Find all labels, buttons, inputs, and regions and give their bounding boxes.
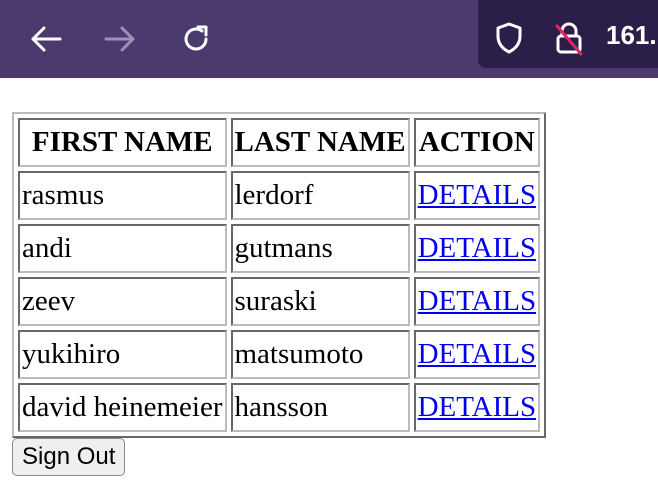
reload-button[interactable] xyxy=(176,19,216,59)
header-action: ACTION xyxy=(413,118,541,167)
table-row: andi gutmans DETAILS xyxy=(18,224,541,273)
details-link[interactable]: DETAILS xyxy=(418,179,537,211)
first-name-cell: andi xyxy=(18,224,227,273)
table-row: david heinemeier hansson DETAILS xyxy=(18,383,541,432)
details-link[interactable]: DETAILS xyxy=(418,391,537,423)
arrow-right-icon xyxy=(104,26,135,52)
header-last-name: LAST NAME xyxy=(230,118,410,167)
users-table: FIRST NAME LAST NAME ACTION rasmus lerdo… xyxy=(12,112,547,438)
action-cell: DETAILS xyxy=(413,277,541,326)
table-row: rasmus lerdorf DETAILS xyxy=(18,171,541,220)
action-cell: DETAILS xyxy=(413,224,541,273)
forward-button[interactable] xyxy=(100,19,140,59)
details-link[interactable]: DETAILS xyxy=(418,338,537,370)
reload-icon xyxy=(184,25,208,51)
table-header-row: FIRST NAME LAST NAME ACTION xyxy=(18,118,541,167)
browser-toolbar: 161. xyxy=(0,0,658,78)
last-name-cell: suraski xyxy=(230,277,410,326)
action-cell: DETAILS xyxy=(413,171,541,220)
last-name-cell: hansson xyxy=(230,383,410,432)
shield-icon[interactable] xyxy=(495,22,523,54)
table-row: yukihiro matsumoto DETAILS xyxy=(18,330,541,379)
action-cell: DETAILS xyxy=(413,383,541,432)
page-content: FIRST NAME LAST NAME ACTION rasmus lerdo… xyxy=(12,112,547,476)
first-name-cell: zeev xyxy=(18,277,227,326)
first-name-cell: yukihiro xyxy=(18,330,227,379)
url-text[interactable]: 161. xyxy=(606,20,657,50)
header-first-name: FIRST NAME xyxy=(18,118,227,167)
table-row: zeev suraski DETAILS xyxy=(18,277,541,326)
arrow-left-icon xyxy=(31,26,62,52)
url-bar[interactable]: 161. xyxy=(478,0,658,68)
last-name-cell: lerdorf xyxy=(230,171,410,220)
last-name-cell: gutmans xyxy=(230,224,410,273)
lock-slash-icon[interactable] xyxy=(554,20,584,56)
first-name-cell: david heinemeier xyxy=(18,383,227,432)
details-link[interactable]: DETAILS xyxy=(418,232,537,264)
first-name-cell: rasmus xyxy=(18,171,227,220)
sign-out-button[interactable]: Sign Out xyxy=(12,438,126,476)
details-link[interactable]: DETAILS xyxy=(418,285,537,317)
back-button[interactable] xyxy=(26,19,66,59)
action-cell: DETAILS xyxy=(413,330,541,379)
last-name-cell: matsumoto xyxy=(230,330,410,379)
